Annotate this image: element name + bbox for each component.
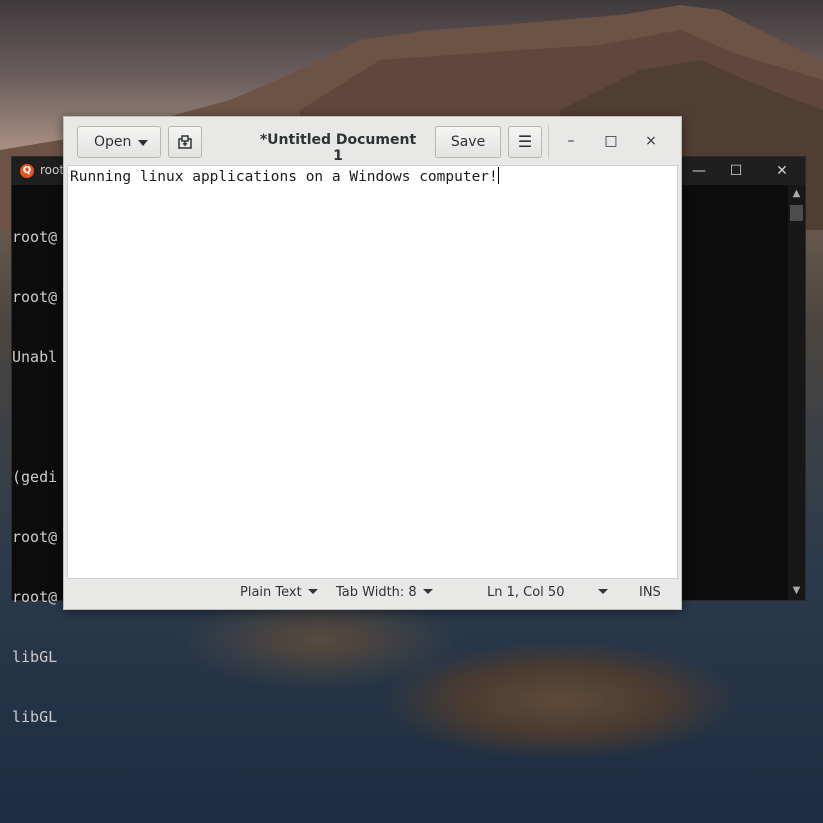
terminal-maximize-button[interactable]: ☐ <box>713 157 759 185</box>
terminal-line: Unabl <box>12 348 58 366</box>
open-button-label: Open <box>94 134 132 150</box>
document-title: *Untitled Document 1 <box>259 132 417 164</box>
language-selector[interactable]: Plain Text <box>240 585 318 600</box>
maximize-button[interactable]: □ <box>596 126 626 156</box>
terminal-line: libGL <box>12 648 58 666</box>
chevron-down-icon <box>422 589 433 594</box>
terminal-title: root <box>40 163 65 177</box>
editor-text-line: Running linux applications on a Windows … <box>70 169 498 185</box>
terminal-line: (gedi <box>12 468 58 486</box>
scroll-down-icon[interactable]: ▼ <box>788 584 805 598</box>
header-separator <box>548 125 549 159</box>
save-button[interactable]: Save <box>435 126 501 158</box>
open-button[interactable]: Open <box>77 126 161 158</box>
status-bar: Plain Text Tab Width: 8 Ln 1, Col 50 INS <box>67 579 678 607</box>
cursor-position-selector[interactable]: Ln 1, Col 50 <box>487 585 609 600</box>
terminal-scroll-thumb[interactable] <box>790 205 803 221</box>
close-button[interactable]: × <box>636 126 666 156</box>
chevron-down-icon <box>307 589 318 594</box>
terminal-line: root@ <box>12 528 58 546</box>
terminal-output[interactable]: root@ root@ Unabl (gedi root@ root@ libG… <box>12 187 57 767</box>
editor-content[interactable]: Running linux applications on a Windows … <box>70 167 499 187</box>
terminal-line: root@ <box>12 228 58 246</box>
text-cursor <box>497 167 499 184</box>
insert-mode-indicator[interactable]: INS <box>639 585 661 600</box>
gedit-window[interactable]: Open *Untitled Document 1 Save ☰ – □ × R… <box>63 116 682 610</box>
terminal-line: libGL <box>12 708 58 726</box>
language-label: Plain Text <box>240 585 302 600</box>
minimize-button[interactable]: – <box>556 126 586 156</box>
scroll-up-icon[interactable]: ▲ <box>788 187 805 201</box>
terminal-line: root@ <box>12 288 58 306</box>
text-editor-area[interactable]: Running linux applications on a Windows … <box>67 165 678 579</box>
new-document-icon <box>178 135 192 149</box>
terminal-line: root@ <box>12 588 58 606</box>
chevron-down-icon <box>598 589 609 594</box>
tab-width-label: Tab Width: 8 <box>336 585 417 600</box>
cursor-position-label: Ln 1, Col 50 <box>487 585 565 600</box>
terminal-close-button[interactable]: ✕ <box>759 157 805 185</box>
ubuntu-icon: Q <box>20 164 34 178</box>
chevron-down-icon <box>138 140 148 146</box>
terminal-scrollbar[interactable]: ▲ ▼ <box>788 185 805 600</box>
hamburger-menu-icon[interactable]: ☰ <box>508 126 542 158</box>
tab-width-selector[interactable]: Tab Width: 8 <box>336 585 433 600</box>
new-document-button[interactable] <box>168 126 202 158</box>
